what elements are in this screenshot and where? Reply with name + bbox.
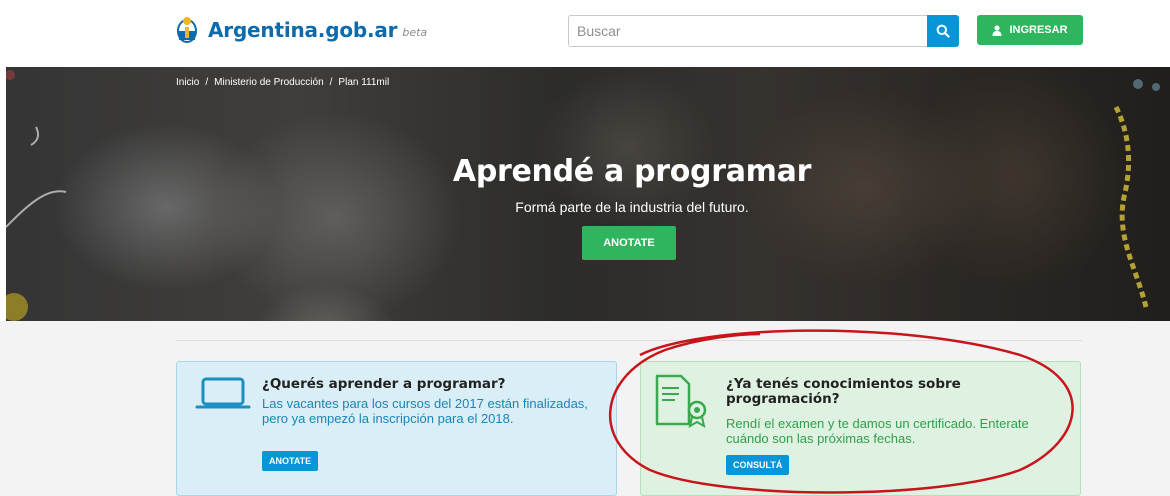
certificate-consulta-button[interactable]: CONSULTÁ xyxy=(726,455,790,475)
hero-anotate-button[interactable]: ANOTATE xyxy=(582,226,676,260)
login-button[interactable]: INGRESAR xyxy=(977,15,1083,45)
user-icon xyxy=(992,24,1002,36)
learn-card-text: Las vacantes para los cursos del 2017 es… xyxy=(262,396,588,426)
breadcrumb-inicio[interactable]: Inicio xyxy=(176,77,199,88)
learn-anotate-button[interactable]: ANOTATE xyxy=(262,451,319,471)
breadcrumb-current: Plan 111mil xyxy=(338,77,390,88)
hero-banner: Inicio / Ministerio de Producción / Plan… xyxy=(6,67,1170,321)
learn-card-title: ¿Querés aprender a programar? xyxy=(262,376,506,392)
section-divider xyxy=(176,340,1082,341)
learn-card: ¿Querés aprender a programar? Las vacant… xyxy=(176,361,617,496)
login-label: INGRESAR xyxy=(1009,24,1068,36)
search-input[interactable] xyxy=(568,15,927,47)
breadcrumb-separator: / xyxy=(329,77,333,88)
certificate-card: ¿Ya tenés conocimientos sobre programaci… xyxy=(640,361,1081,496)
logo-text: Argentina.gob.ar xyxy=(208,18,398,42)
argentina-shield-icon xyxy=(176,16,198,44)
site-header: Argentina.gob.ar beta INGRESAR xyxy=(0,0,1170,67)
hero-title: Aprendé a programar xyxy=(452,154,812,189)
hero-subtitle: Formá parte de la industria del futuro. xyxy=(515,199,749,215)
breadcrumb-ministerio[interactable]: Ministerio de Producción xyxy=(214,77,324,88)
breadcrumb-separator: / xyxy=(205,77,209,88)
main-content: ¿Querés aprender a programar? Las vacant… xyxy=(0,321,1170,496)
laptop-icon xyxy=(195,376,251,417)
certificate-card-title: ¿Ya tenés conocimientos sobre programaci… xyxy=(726,376,961,407)
certificate-icon xyxy=(653,374,709,433)
site-logo[interactable]: Argentina.gob.ar beta xyxy=(176,16,427,44)
logo-beta-label: beta xyxy=(402,26,428,39)
search-icon xyxy=(936,24,950,38)
breadcrumb: Inicio / Ministerio de Producción / Plan… xyxy=(176,77,389,88)
hero-decorative-lines xyxy=(6,70,1160,321)
certificate-card-text: Rendí el examen y te damos un certificad… xyxy=(726,416,1029,446)
search-bar xyxy=(568,15,959,47)
search-button[interactable] xyxy=(927,15,959,47)
